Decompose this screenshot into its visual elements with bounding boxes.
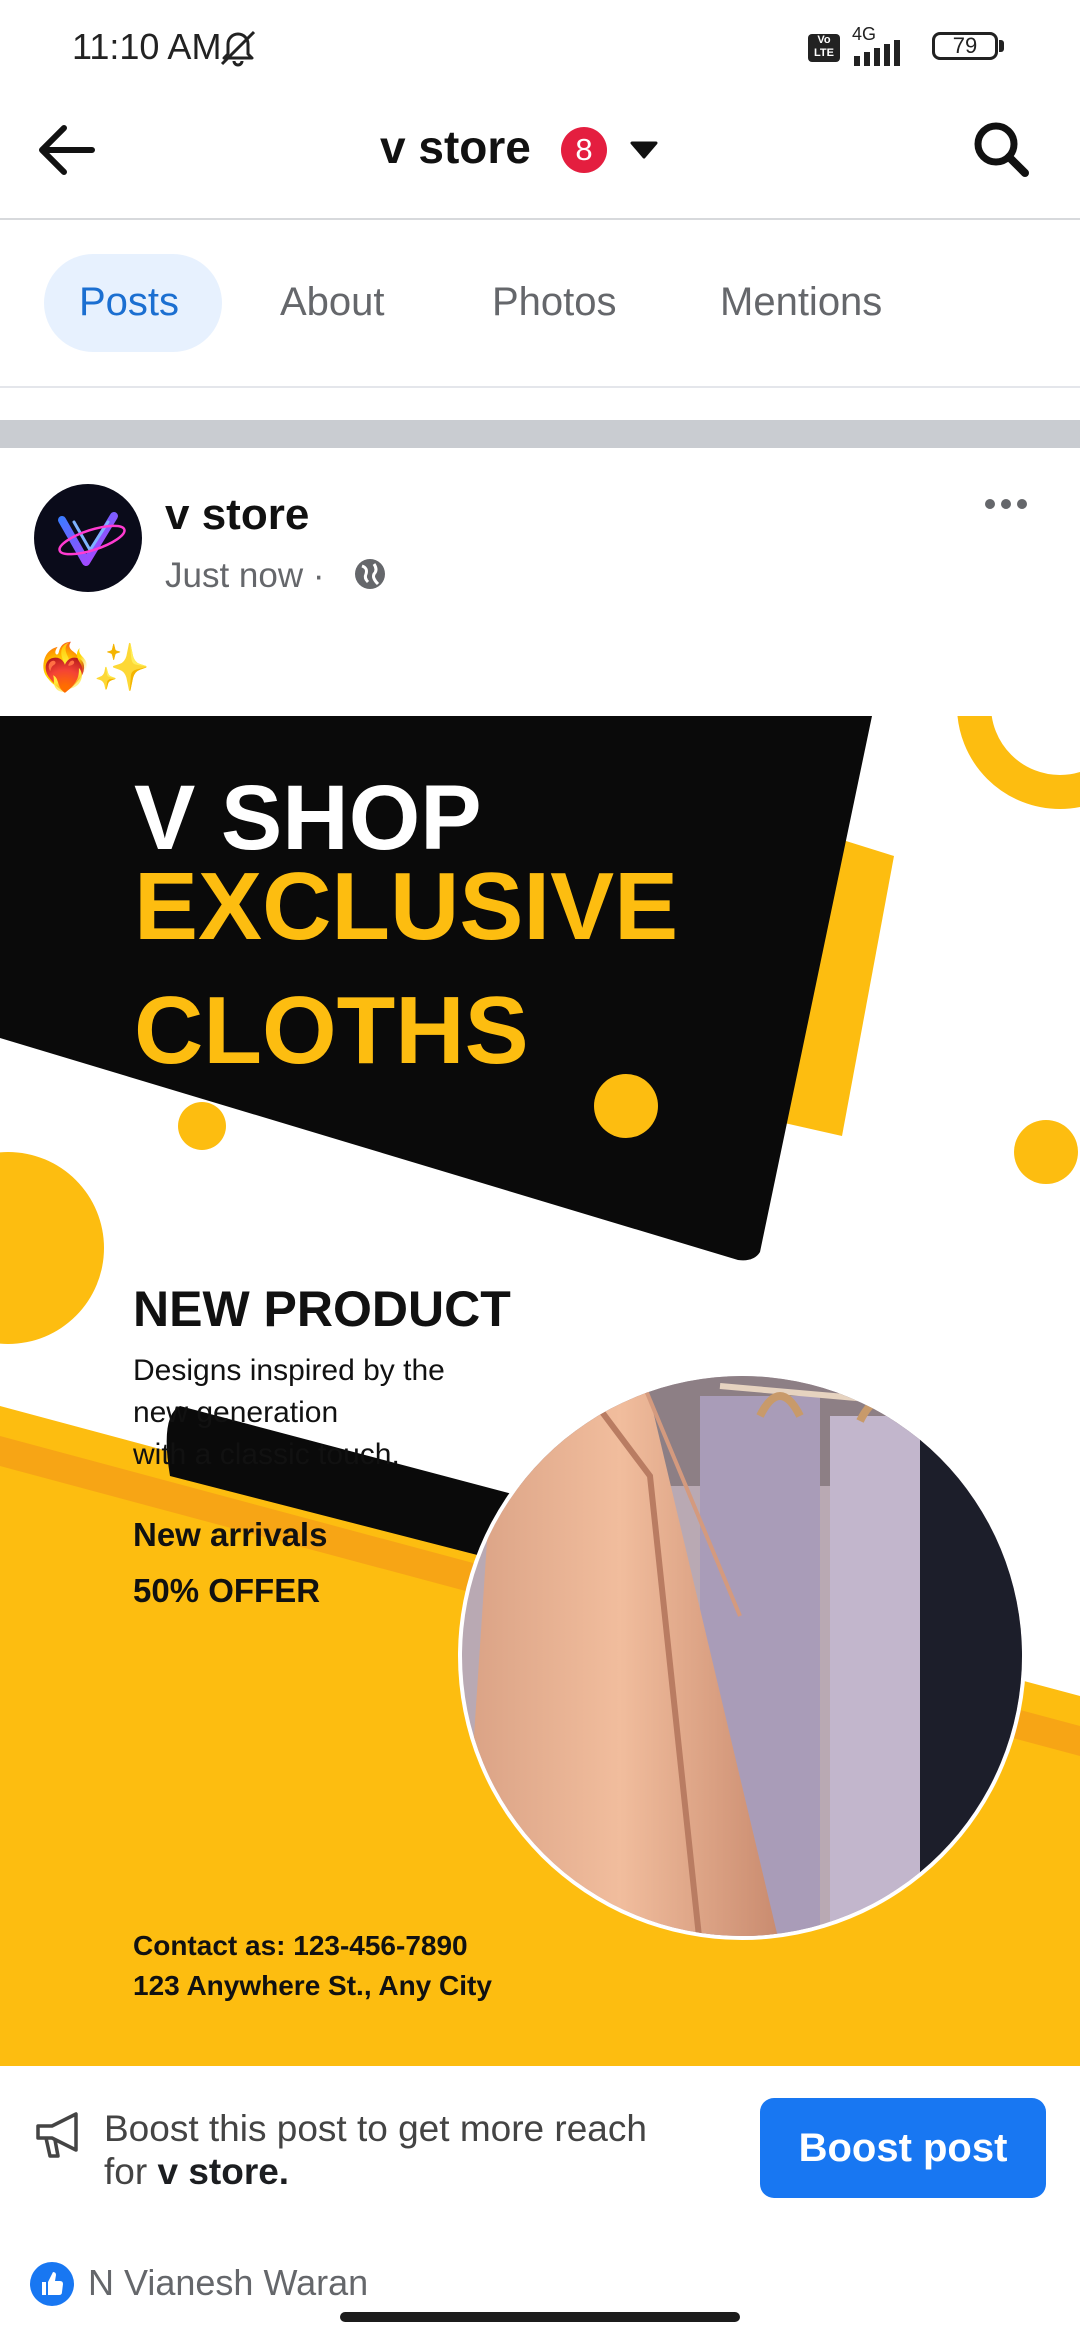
page-title[interactable]: v store — [380, 120, 531, 174]
post-caption: ❤️‍🔥✨ — [36, 641, 151, 693]
search-icon — [974, 122, 1029, 177]
ad-title-line-3: CLOTHS — [134, 977, 529, 1084]
search-button[interactable] — [966, 114, 1036, 184]
volte-icon: Vo LTE — [808, 34, 840, 62]
ad-description-line-3: with a classic touch. — [133, 1438, 400, 1471]
notification-badge[interactable]: 8 — [561, 127, 607, 173]
avatar[interactable] — [34, 484, 142, 592]
globe-icon — [355, 559, 385, 589]
boost-prompt-line-2: for v store. — [104, 2151, 289, 2193]
reaction-name[interactable]: N Vianesh Waran — [88, 2262, 368, 2304]
ad-heading: NEW PRODUCT — [133, 1281, 511, 1337]
battery-tip — [999, 40, 1004, 52]
ad-description-line-1: Designs inspired by the — [133, 1354, 445, 1387]
like-icon[interactable] — [30, 2262, 74, 2306]
tabs-divider — [0, 386, 1080, 388]
post-author[interactable]: v store — [165, 490, 309, 540]
more-icon-dot — [1001, 499, 1011, 509]
signal-icon — [854, 40, 900, 66]
status-time: 11:10 AM — [72, 26, 222, 67]
ad-offer: 50% OFFER — [133, 1572, 321, 1609]
tab-about[interactable]: About — [280, 280, 385, 325]
more-icon-dot — [985, 499, 995, 509]
megaphone-icon — [36, 2112, 78, 2158]
boost-page-name: v store. — [157, 2151, 290, 2192]
more-icon-dot — [1017, 499, 1027, 509]
boost-post-button[interactable]: Boost post — [760, 2098, 1046, 2198]
title-dropdown-button[interactable] — [626, 132, 662, 168]
ad-address: 123 Anywhere St., Any City — [133, 1970, 492, 2001]
boost-prompt-line-1: Boost this post to get more reach — [104, 2108, 647, 2149]
home-indicator[interactable] — [340, 2312, 740, 2322]
post-timestamp: Just now · — [165, 556, 325, 595]
battery-icon: 79 — [932, 32, 998, 60]
post-image[interactable]: V SHOP EXCLUSIVE CLOTHS NEW PRODUCT Desi… — [0, 716, 1080, 2066]
dnd-icon — [220, 30, 256, 67]
boost-prompt-prefix: for — [104, 2151, 148, 2192]
section-separator — [0, 420, 1080, 448]
header-divider — [0, 218, 1080, 220]
v-logo-icon — [58, 512, 126, 566]
back-arrow-icon — [39, 125, 95, 175]
tab-posts-label[interactable]: Posts — [79, 280, 179, 325]
ad-contact: Contact as: 123-456-7890 — [133, 1930, 468, 1961]
ad-new-arrivals: New arrivals — [133, 1516, 328, 1553]
chevron-down-icon — [630, 141, 658, 159]
more-options-button[interactable] — [978, 486, 1034, 522]
back-button[interactable] — [28, 116, 104, 184]
ad-description-line-2: new generation — [133, 1396, 339, 1429]
tab-photos[interactable]: Photos — [492, 280, 617, 325]
tab-mentions[interactable]: Mentions — [720, 280, 882, 325]
ad-title-line-2: EXCLUSIVE — [134, 853, 679, 960]
